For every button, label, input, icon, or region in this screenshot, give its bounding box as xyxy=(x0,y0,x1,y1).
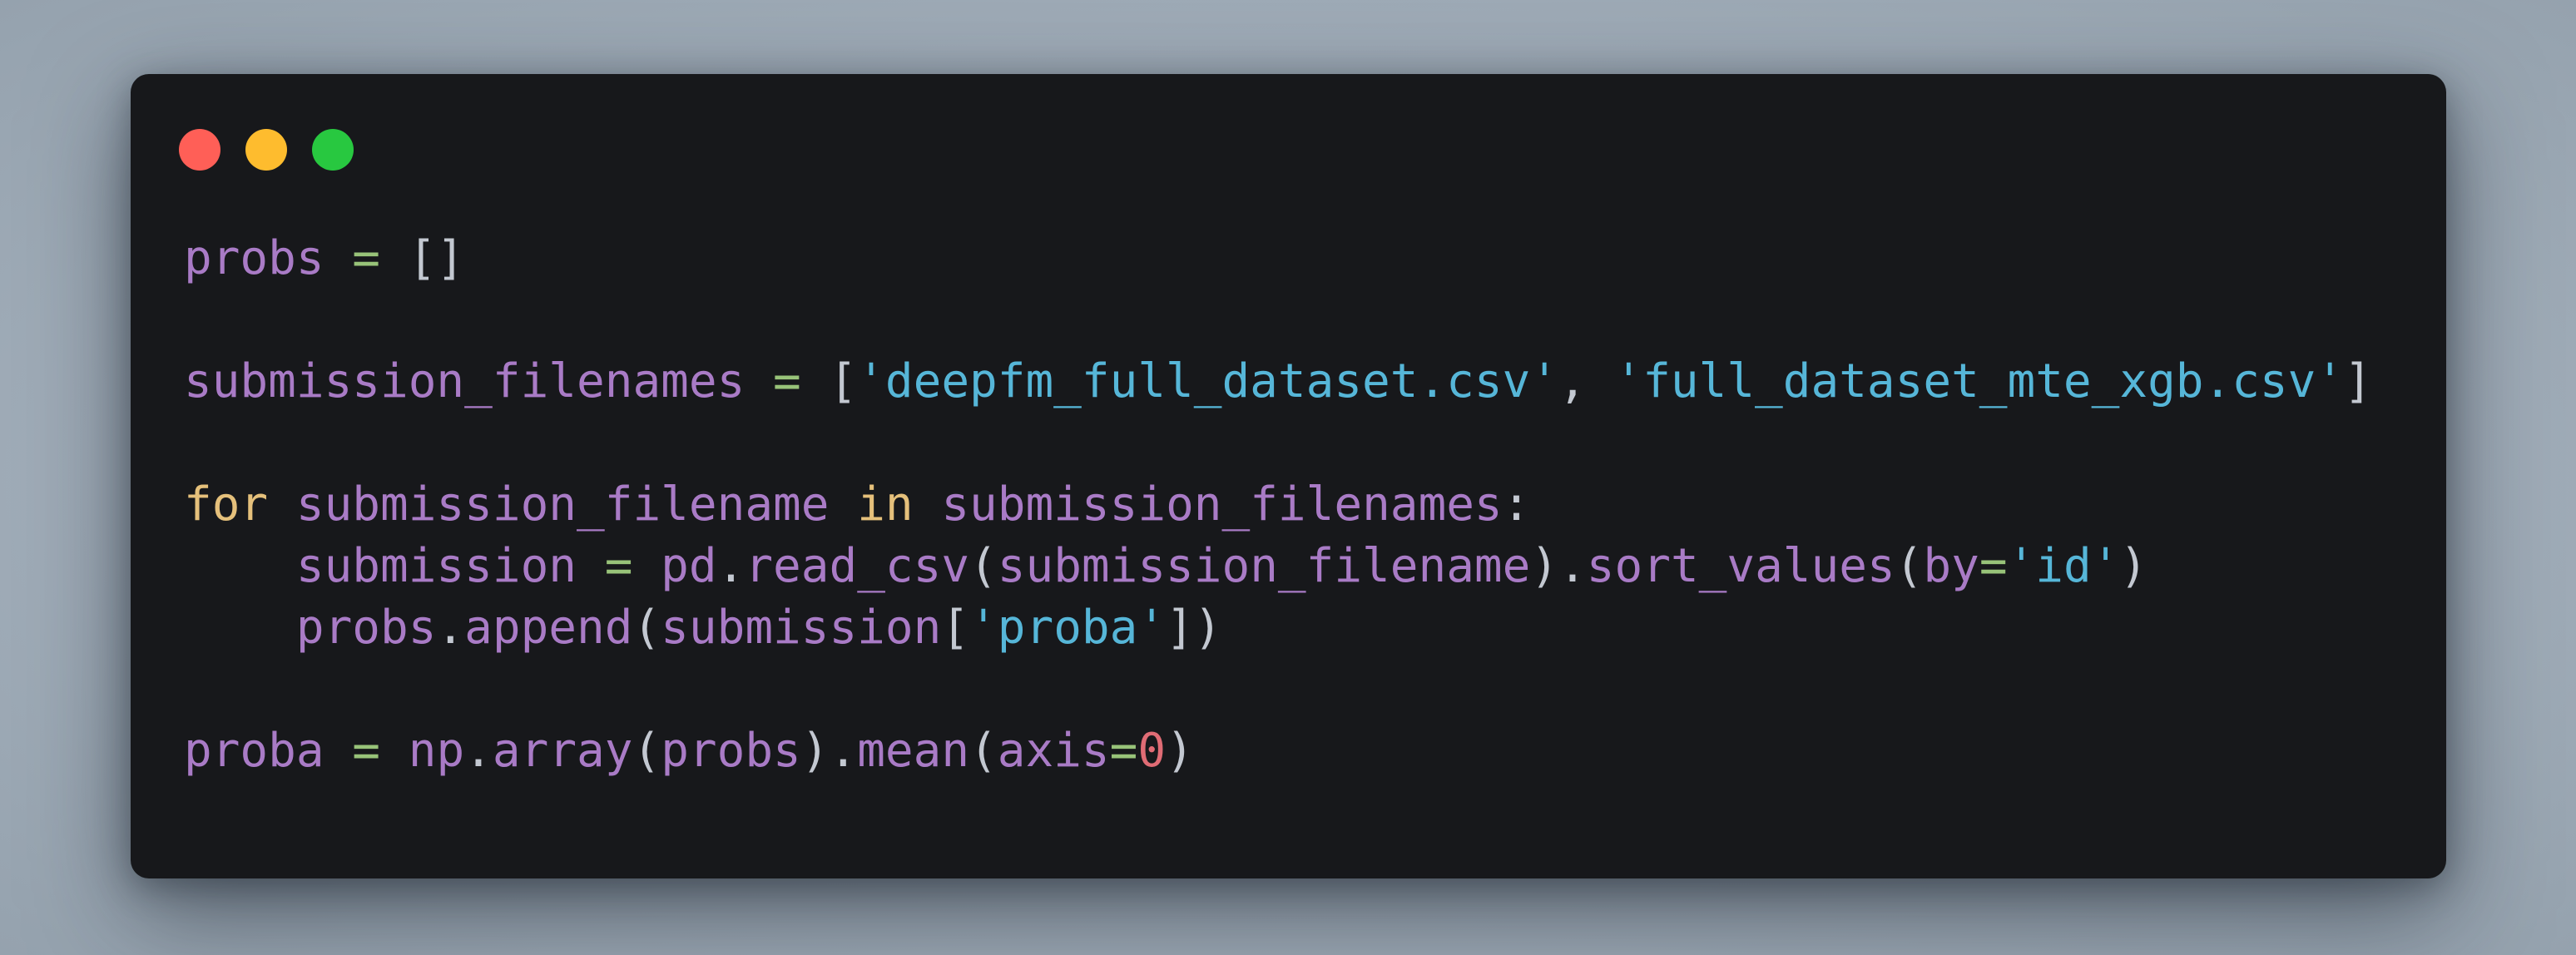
code-token-punctuation xyxy=(829,478,857,532)
code-token-punctuation: ). xyxy=(1530,539,1587,593)
code-token-identifier: probs xyxy=(661,724,801,778)
code-token-string-literal: 'proba' xyxy=(969,601,1167,655)
code-token-identifier: sort_values xyxy=(1586,539,1895,593)
code-token-operator: = xyxy=(1109,724,1138,778)
code-token-identifier: array xyxy=(492,724,633,778)
code-token-punctuation: [ xyxy=(800,354,858,408)
code-token-identifier: mean xyxy=(857,724,970,778)
code-token-punctuation xyxy=(324,231,353,285)
code-block: probs = [] submission_filenames = ['deepf… xyxy=(184,228,2372,782)
code-line: for submission_filename in submission_fi… xyxy=(184,474,2372,536)
code-token-punctuation: [] xyxy=(408,231,465,285)
code-token-identifier: submission_filename xyxy=(997,539,1531,593)
code-token-identifier: submission_filenames xyxy=(184,354,746,408)
code-token-identifier: proba xyxy=(184,724,324,778)
code-token-punctuation xyxy=(268,478,296,532)
code-token-punctuation xyxy=(577,539,605,593)
code-token-identifier: by xyxy=(1923,539,1979,593)
code-token-identifier: submission xyxy=(661,601,942,655)
close-icon[interactable] xyxy=(179,129,220,171)
code-token-identifier: pd xyxy=(661,539,717,593)
code-token-identifier: axis xyxy=(997,724,1110,778)
code-line: probs = [] xyxy=(184,228,2372,289)
code-line: probs.append(submission['proba']) xyxy=(184,597,2372,659)
code-token-identifier: probs xyxy=(295,601,437,655)
code-line: submission = pd.read_csv(submission_file… xyxy=(184,536,2372,597)
code-token-identifier: submission_filename xyxy=(295,478,830,532)
code-token-punctuation: ). xyxy=(800,724,858,778)
code-token-punctuation: : xyxy=(1502,478,1531,532)
code-line: proba = np.array(probs).mean(axis=0) xyxy=(184,720,2372,782)
code-token-string-literal: 'full_dataset_mte_xgb.csv' xyxy=(1614,354,2345,408)
code-token-operator: = xyxy=(1979,539,2008,593)
code-token-punctuation xyxy=(632,539,661,593)
code-token-punctuation: ) xyxy=(2119,539,2148,593)
code-token-punctuation xyxy=(324,724,353,778)
code-token-identifier: np xyxy=(408,724,465,778)
code-token-punctuation: . xyxy=(436,601,465,655)
code-token-identifier: read_csv xyxy=(745,539,970,593)
code-token-keyword: for xyxy=(184,478,269,532)
code-token-identifier: submission xyxy=(295,539,577,593)
code-token-string-literal: 'deepfm_full_dataset.csv' xyxy=(857,354,1559,408)
code-token-punctuation xyxy=(380,724,409,778)
code-token-punctuation: ] xyxy=(2344,354,2372,408)
code-token-punctuation: ( xyxy=(632,601,661,655)
code-token-punctuation: ( xyxy=(969,724,998,778)
minimize-icon[interactable] xyxy=(245,129,287,171)
code-token-punctuation: [ xyxy=(941,601,970,655)
code-token-string-literal: 'id' xyxy=(2007,539,2120,593)
code-token-punctuation xyxy=(380,231,409,285)
code-token-punctuation xyxy=(184,601,296,655)
code-token-keyword: in xyxy=(857,478,914,532)
code-token-operator: = xyxy=(352,231,381,285)
code-token-identifier: append xyxy=(464,601,633,655)
code-token-punctuation: . xyxy=(716,539,746,593)
code-token-punctuation: ( xyxy=(1895,539,1924,593)
code-token-operator: = xyxy=(773,354,801,408)
code-token-operator: = xyxy=(352,724,381,778)
code-token-operator: = xyxy=(604,539,633,593)
code-token-number-literal: 0 xyxy=(1137,724,1167,778)
maximize-icon[interactable] xyxy=(312,129,354,171)
code-token-identifier: probs xyxy=(184,231,324,285)
code-token-punctuation: ( xyxy=(969,539,998,593)
code-line: submission_filenames = ['deepfm_full_dat… xyxy=(184,351,2372,413)
code-token-punctuation: , xyxy=(1558,354,1615,408)
code-token-punctuation: . xyxy=(464,724,493,778)
code-token-punctuation xyxy=(745,354,773,408)
code-token-punctuation: ( xyxy=(632,724,661,778)
code-token-punctuation: ) xyxy=(1166,724,1194,778)
code-token-punctuation: ]) xyxy=(1166,601,1222,655)
code-token-punctuation xyxy=(914,478,942,532)
code-token-punctuation xyxy=(184,539,296,593)
window-controls xyxy=(179,129,354,171)
code-token-identifier: submission_filenames xyxy=(941,478,1503,532)
code-window: probs = [] submission_filenames = ['deepf… xyxy=(131,74,2446,878)
